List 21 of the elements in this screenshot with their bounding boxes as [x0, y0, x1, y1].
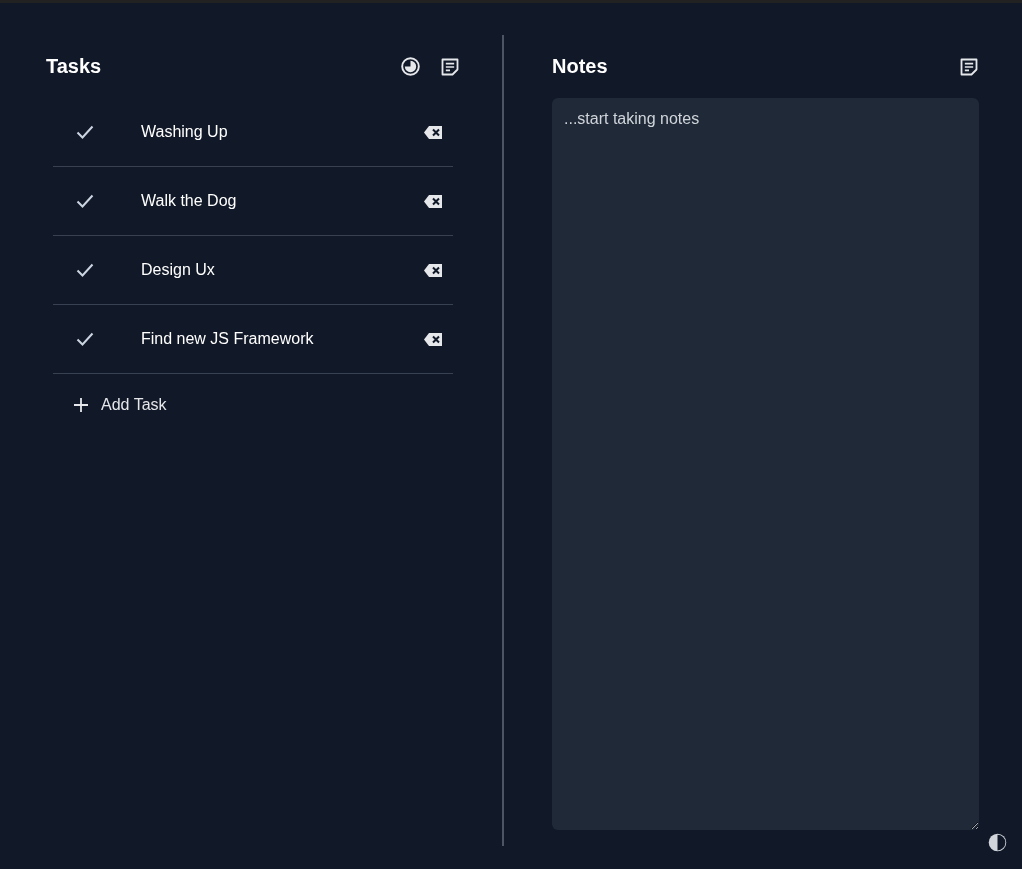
contrast-icon[interactable] [987, 832, 1008, 853]
check-icon[interactable] [76, 332, 94, 346]
task-label: Washing Up [141, 123, 229, 141]
note-icon[interactable] [959, 56, 979, 77]
add-task-button[interactable]: Add Task [73, 392, 167, 418]
delete-icon[interactable] [423, 262, 443, 278]
panel-title: Tasks [46, 55, 102, 78]
plus-icon [73, 397, 89, 413]
task-label: Design Ux [141, 261, 216, 279]
delete-icon[interactable] [423, 331, 443, 347]
check-icon[interactable] [76, 263, 94, 277]
delete-icon[interactable] [423, 124, 443, 140]
note-icon[interactable] [440, 56, 460, 77]
check-icon[interactable] [76, 194, 94, 208]
panel-title: Notes [552, 55, 608, 78]
task-label: Find new JS Framework [141, 330, 315, 348]
delete-icon[interactable] [423, 193, 443, 209]
timer-icon[interactable] [400, 56, 421, 77]
notes-field[interactable]: ...start taking notes [552, 98, 979, 830]
check-icon[interactable] [76, 125, 94, 139]
task-label: Walk the Dog [141, 192, 238, 210]
